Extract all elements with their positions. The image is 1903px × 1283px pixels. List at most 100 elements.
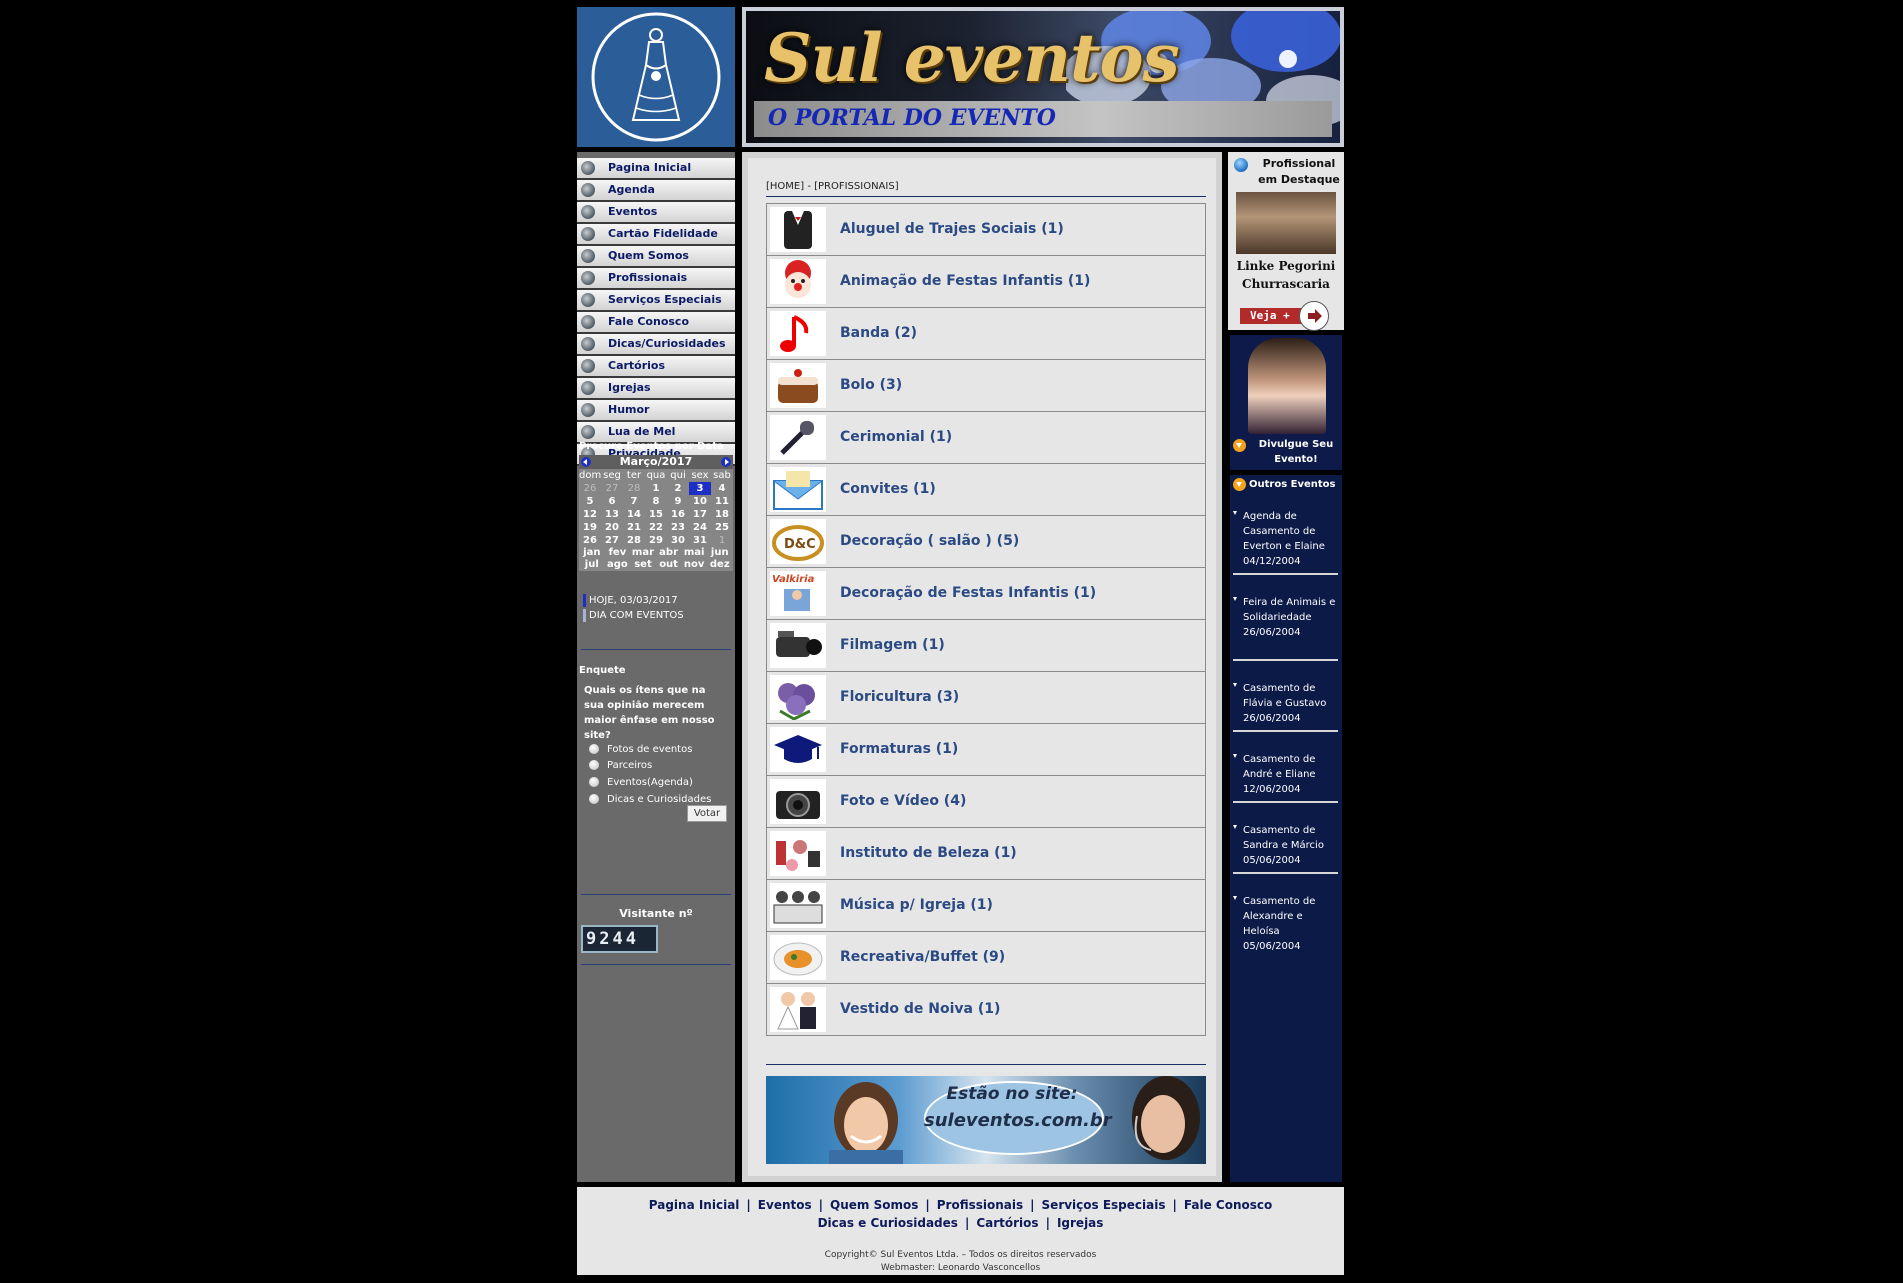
- footer-link[interactable]: Quem Somos: [830, 1198, 918, 1212]
- category-item[interactable]: Recreativa/Buffet (9): [766, 932, 1206, 984]
- footer-link[interactable]: Fale Conosco: [1184, 1198, 1272, 1212]
- poll-option[interactable]: Fotos de eventos: [589, 743, 692, 757]
- month-link[interactable]: out: [656, 559, 682, 571]
- month-link[interactable]: nov: [681, 559, 707, 571]
- month-link[interactable]: jul: [579, 559, 605, 571]
- calendar-day[interactable]: 8: [645, 495, 667, 508]
- calendar-day[interactable]: 30: [667, 534, 689, 547]
- calendar-day[interactable]: 22: [645, 521, 667, 534]
- ad-banner[interactable]: Estão no site: suleventos.com.br: [766, 1076, 1206, 1164]
- promote-event-box[interactable]: Divulgue Seu Evento!: [1230, 335, 1342, 470]
- calendar-day[interactable]: 16: [667, 508, 689, 521]
- calendar-day[interactable]: 2: [667, 482, 689, 495]
- nav-item-humor[interactable]: Humor: [577, 400, 735, 422]
- category-item[interactable]: Foto e Vídeo (4): [766, 776, 1206, 828]
- category-item[interactable]: Convites (1): [766, 464, 1206, 516]
- nav-item-profissionais[interactable]: Profissionais: [577, 268, 735, 290]
- calendar-day[interactable]: 24: [689, 521, 711, 534]
- poll-option[interactable]: Parceiros: [589, 759, 652, 773]
- see-more-button[interactable]: Veja +: [1240, 308, 1306, 324]
- month-link[interactable]: jun: [707, 547, 733, 559]
- nav-item-agenda[interactable]: Agenda: [577, 180, 735, 202]
- nav-item-pagina-inicial[interactable]: Pagina Inicial: [577, 158, 735, 180]
- calendar-day[interactable]: 26: [579, 534, 601, 547]
- calendar-day[interactable]: 10: [689, 495, 711, 508]
- calendar-day[interactable]: 5: [579, 495, 601, 508]
- category-item[interactable]: Música p/ Igreja (1): [766, 880, 1206, 932]
- calendar-day[interactable]: 29: [645, 534, 667, 547]
- poll-option[interactable]: Eventos(Agenda): [589, 776, 693, 790]
- calendar-day[interactable]: 4: [711, 482, 733, 495]
- footer-link[interactable]: Pagina Inicial: [649, 1198, 740, 1212]
- month-link[interactable]: dez: [707, 559, 733, 571]
- calendar-day[interactable]: 15: [645, 508, 667, 521]
- breadcrumb[interactable]: [HOME] - [PROFISSIONAIS]: [766, 181, 899, 192]
- nav-item-fale-conosco[interactable]: Fale Conosco: [577, 312, 735, 334]
- category-label: Filmagem (1): [840, 637, 945, 653]
- footer-link[interactable]: Cartórios: [976, 1216, 1038, 1230]
- calendar-day[interactable]: 11: [711, 495, 733, 508]
- featured-photo[interactable]: [1236, 192, 1336, 254]
- calendar-day[interactable]: 28: [623, 534, 645, 547]
- month-link[interactable]: jan: [579, 547, 605, 559]
- radio-button[interactable]: [589, 744, 599, 754]
- month-link[interactable]: mai: [681, 547, 707, 559]
- category-item[interactable]: Banda (2): [766, 308, 1206, 360]
- promote-event-label[interactable]: Divulgue Seu Evento!: [1256, 437, 1336, 467]
- featured-name[interactable]: Linke Pegorini Churrascaria: [1228, 257, 1344, 293]
- nav-item-igrejas[interactable]: Igrejas: [577, 378, 735, 400]
- calendar-day[interactable]: 25: [711, 521, 733, 534]
- category-item[interactable]: Aluguel de Trajes Sociais (1): [766, 203, 1206, 256]
- calendar-day[interactable]: 1: [645, 482, 667, 495]
- radio-button[interactable]: [589, 777, 599, 787]
- footer-link[interactable]: Dicas e Curiosidades: [818, 1216, 958, 1230]
- month-link[interactable]: fev: [605, 547, 631, 559]
- calendar-day[interactable]: 7: [623, 495, 645, 508]
- category-item[interactable]: Bolo (3): [766, 360, 1206, 412]
- month-link[interactable]: set: [630, 559, 656, 571]
- music-note-icon: [770, 311, 826, 356]
- nav-item-quem-somos[interactable]: Quem Somos: [577, 246, 735, 268]
- calendar-day[interactable]: 19: [579, 521, 601, 534]
- arrow-right-icon[interactable]: [1299, 301, 1329, 331]
- footer-link[interactable]: Profissionais: [937, 1198, 1023, 1212]
- calendar-day[interactable]: 12: [579, 508, 601, 521]
- nav-item-dicas-curiosidades[interactable]: Dicas/Curiosidades: [577, 334, 735, 356]
- category-item[interactable]: Animação de Festas Infantis (1): [766, 256, 1206, 308]
- calendar-day[interactable]: 14: [623, 508, 645, 521]
- category-item[interactable]: Cerimonial (1): [766, 412, 1206, 464]
- vote-button[interactable]: Votar: [687, 805, 727, 822]
- calendar-day[interactable]: 6: [601, 495, 623, 508]
- calendar-day[interactable]: 20: [601, 521, 623, 534]
- calendar-day[interactable]: 9: [667, 495, 689, 508]
- next-month-icon[interactable]: [721, 457, 731, 467]
- radio-button[interactable]: [589, 760, 599, 770]
- calendar-day[interactable]: 23: [667, 521, 689, 534]
- calendar-day-today[interactable]: 3: [689, 482, 711, 495]
- nav-item-cartao-fidelidade[interactable]: Cartão Fidelidade: [577, 224, 735, 246]
- radio-button[interactable]: [589, 794, 599, 804]
- nav-item-servicos-especiais[interactable]: Serviços Especiais: [577, 290, 735, 312]
- footer-link[interactable]: Eventos: [758, 1198, 812, 1212]
- category-item[interactable]: Formaturas (1): [766, 724, 1206, 776]
- month-link[interactable]: abr: [656, 547, 682, 559]
- calendar-day[interactable]: 21: [623, 521, 645, 534]
- category-item[interactable]: Instituto de Beleza (1): [766, 828, 1206, 880]
- footer-link[interactable]: Igrejas: [1057, 1216, 1103, 1230]
- month-link[interactable]: mar: [630, 547, 656, 559]
- calendar-day[interactable]: 17: [689, 508, 711, 521]
- category-item[interactable]: Filmagem (1): [766, 620, 1206, 672]
- month-link[interactable]: ago: [605, 559, 631, 571]
- calendar-day[interactable]: 18: [711, 508, 733, 521]
- category-item[interactable]: Vestido de Noiva (1): [766, 984, 1206, 1036]
- nav-item-cartorios[interactable]: Cartórios: [577, 356, 735, 378]
- calendar-day[interactable]: 31: [689, 534, 711, 547]
- footer-link[interactable]: Serviços Especiais: [1042, 1198, 1166, 1212]
- category-item[interactable]: Floricultura (3): [766, 672, 1206, 724]
- category-item[interactable]: Valkiria Decoração de Festas Infantis (1): [766, 568, 1206, 620]
- site-logo[interactable]: [577, 7, 735, 147]
- calendar-day[interactable]: 13: [601, 508, 623, 521]
- category-item[interactable]: D&C Decoração ( salão ) (5): [766, 516, 1206, 568]
- calendar-day[interactable]: 27: [601, 534, 623, 547]
- nav-item-eventos[interactable]: Eventos: [577, 202, 735, 224]
